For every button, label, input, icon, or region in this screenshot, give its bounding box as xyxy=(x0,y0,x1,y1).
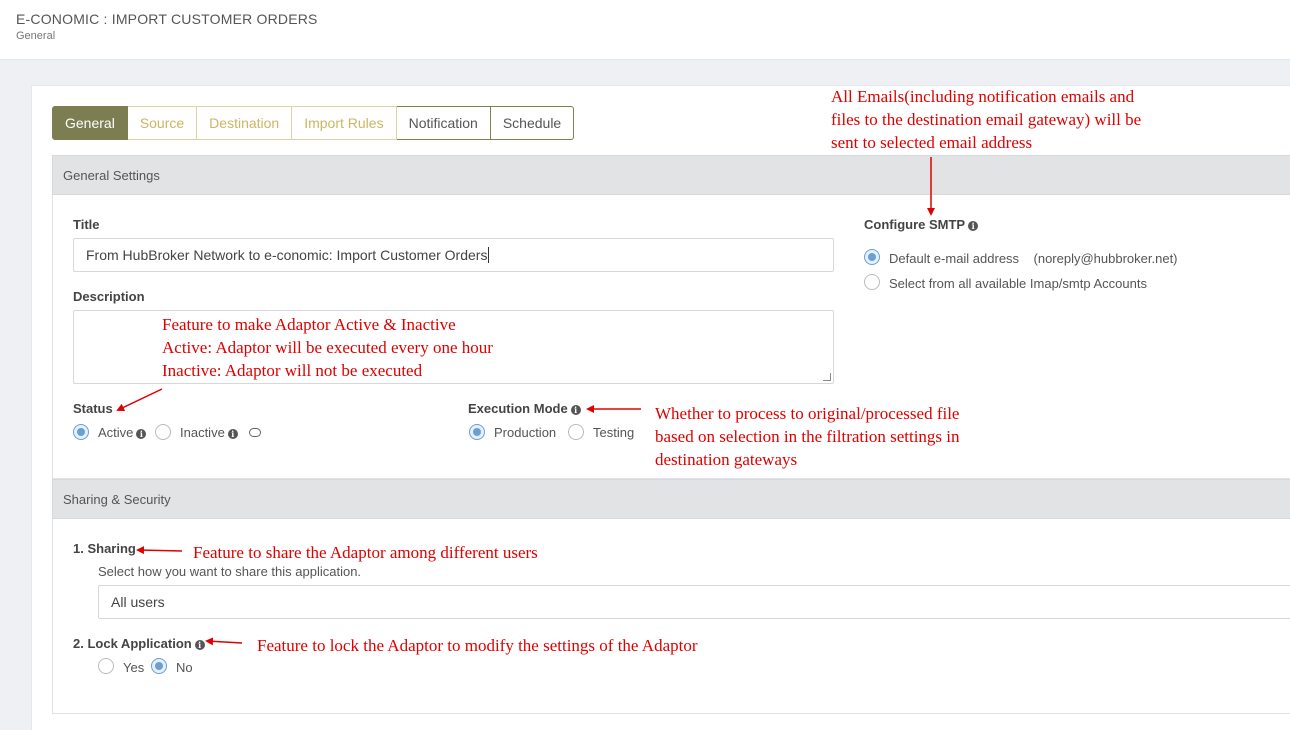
execution-testing-radio[interactable] xyxy=(568,424,584,440)
execution-annotation: Whether to process to original/processed… xyxy=(655,402,960,471)
execution-annotation-line: based on selection in the filtration set… xyxy=(655,427,960,446)
smtp-annotation: All Emails(including notification emails… xyxy=(831,85,1141,154)
status-annotation-line: Inactive: Adaptor will not be executed xyxy=(162,361,423,380)
status-active-option[interactable]: Active i xyxy=(98,425,147,440)
execution-production-label[interactable]: Production xyxy=(494,425,556,440)
status-active-label: Active xyxy=(98,425,134,440)
tab-source[interactable]: Source xyxy=(127,106,198,140)
smtp-default-address: (noreply@hubbroker.net) xyxy=(1033,251,1178,266)
smtp-default-option[interactable]: Default e-mail address (noreply@hubbroke… xyxy=(889,251,1178,266)
lock-yes-label[interactable]: Yes xyxy=(123,660,144,675)
page-title: E-CONOMIC : IMPORT CUSTOMER ORDERS xyxy=(16,11,318,27)
lock-annotation: Feature to lock the Adaptor to modify th… xyxy=(257,636,698,655)
configure-smtp-text: Configure SMTP xyxy=(864,217,966,232)
description-label: Description xyxy=(73,289,145,304)
smtp-default-label: Default e-mail address xyxy=(889,251,1020,266)
sharing-annotation: Feature to share the Adaptor among diffe… xyxy=(193,543,538,562)
status-annotation-line: Active: Adaptor will be executed every o… xyxy=(162,338,493,357)
smtp-select-all-radio[interactable] xyxy=(864,274,880,290)
page-subtitle: General xyxy=(16,30,56,42)
status-inactive-label: Inactive xyxy=(180,425,225,440)
tab-schedule[interactable]: Schedule xyxy=(490,106,575,140)
lock-no-radio[interactable] xyxy=(151,658,167,674)
info-icon: i xyxy=(227,428,238,439)
smtp-select-all-label[interactable]: Select from all available Imap/smtp Acco… xyxy=(889,276,1147,291)
title-input-value: From HubBroker Network to e-conomic: Imp… xyxy=(86,247,488,263)
lock-no-label[interactable]: No xyxy=(176,660,193,675)
execution-testing-label[interactable]: Testing xyxy=(593,425,634,440)
status-active-radio[interactable] xyxy=(73,424,89,440)
lock-application-text: 2. Lock Application xyxy=(73,636,192,651)
status-annotation-line: Feature to make Adaptor Active & Inactiv… xyxy=(162,315,456,334)
comment-icon[interactable] xyxy=(249,428,261,437)
tab-bar: General Source Destination Import Rules … xyxy=(52,106,575,140)
tab-notification[interactable]: Notification xyxy=(396,106,491,140)
general-settings-heading: General Settings xyxy=(52,155,1290,195)
smtp-annotation-line: sent to selected email address xyxy=(831,133,1033,152)
sharing-hint: Select how you want to share this applic… xyxy=(98,564,362,579)
tab-import-rules[interactable]: Import Rules xyxy=(292,106,397,140)
smtp-annotation-line: files to the destination email gateway) … xyxy=(831,110,1142,129)
resize-handle-icon[interactable] xyxy=(823,373,831,381)
status-annotation: Feature to make Adaptor Active & Inactiv… xyxy=(162,313,493,382)
lock-application-label: 2. Lock Application i xyxy=(73,636,205,651)
smtp-default-radio[interactable] xyxy=(864,249,880,265)
info-icon: i xyxy=(136,428,147,439)
sharing-label: 1. Sharing xyxy=(73,541,136,556)
lock-yes-radio[interactable] xyxy=(98,658,114,674)
status-inactive-option[interactable]: Inactive i xyxy=(180,425,238,440)
execution-annotation-line: Whether to process to original/processed… xyxy=(655,404,960,423)
execution-mode-label: Execution Mode i xyxy=(468,401,581,416)
smtp-annotation-line: All Emails(including notification emails… xyxy=(831,87,1135,106)
title-input[interactable]: From HubBroker Network to e-conomic: Imp… xyxy=(73,238,834,272)
configure-smtp-label: Configure SMTP i xyxy=(864,217,979,232)
info-icon: i xyxy=(194,639,205,650)
info-icon: i xyxy=(968,220,979,231)
sharing-security-heading: Sharing & Security xyxy=(52,479,1290,519)
execution-production-radio[interactable] xyxy=(469,424,485,440)
info-icon: i xyxy=(570,404,581,415)
tab-destination[interactable]: Destination xyxy=(197,106,293,140)
status-label: Status xyxy=(73,401,113,416)
title-label: Title xyxy=(73,217,100,232)
sharing-select[interactable]: All users xyxy=(98,585,1290,619)
status-inactive-radio[interactable] xyxy=(155,424,171,440)
execution-mode-text: Execution Mode xyxy=(468,401,568,416)
tab-general[interactable]: General xyxy=(52,106,128,140)
execution-annotation-line: destination gateways xyxy=(655,450,798,469)
page-header: E-CONOMIC : IMPORT CUSTOMER ORDERS Gener… xyxy=(0,0,1290,60)
